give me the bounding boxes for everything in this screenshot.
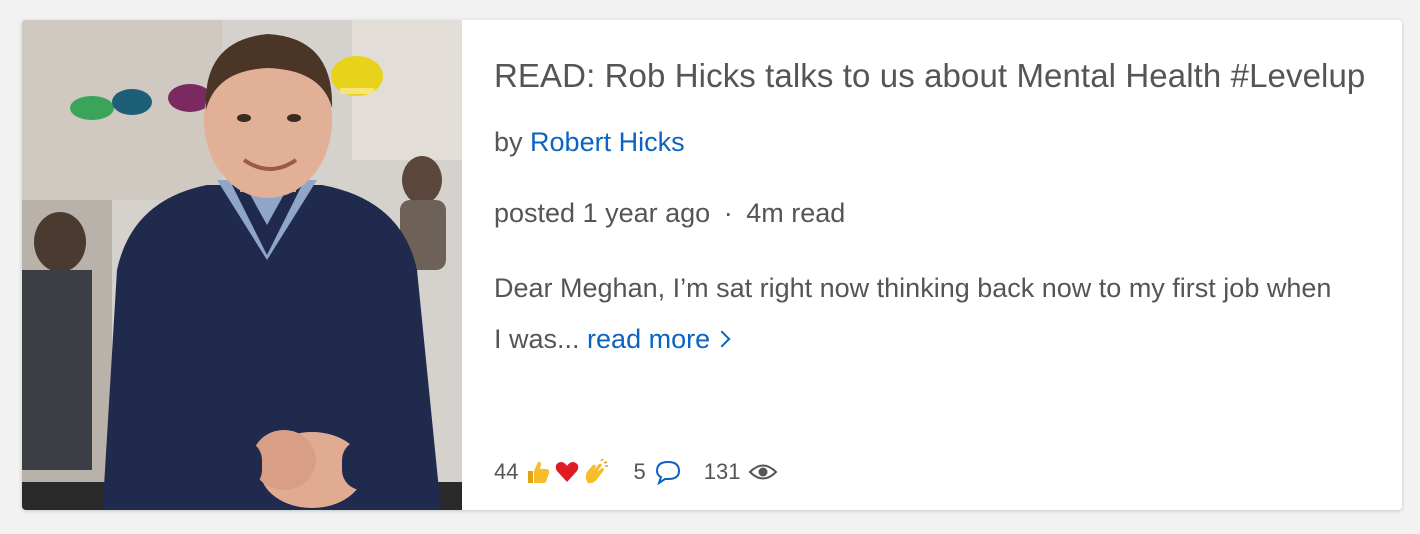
read-time: 4m read <box>746 198 846 229</box>
author-link[interactable]: Robert Hicks <box>530 127 685 157</box>
comment-bubble-icon <box>655 460 680 485</box>
eye-icon <box>749 464 778 480</box>
post-excerpt: Dear Meghan, I’m sat right now thinking … <box>494 263 1334 366</box>
comments-count: 5 <box>633 459 646 484</box>
read-more-link[interactable]: read more <box>587 324 731 355</box>
author-photo[interactable] <box>22 20 462 510</box>
heart-icon <box>556 462 579 482</box>
post-stats: 44 5 131 <box>494 458 778 486</box>
post-meta: posted 1 year ago · 4m read <box>494 198 1368 229</box>
post-card[interactable]: READ: Rob Hicks talks to us about Mental… <box>22 20 1402 510</box>
comments[interactable]: 5 <box>633 459 681 485</box>
reactions-count: 44 <box>494 459 519 484</box>
clapping-hands-icon <box>586 458 609 484</box>
views-count: 131 <box>703 459 741 484</box>
reactions[interactable]: 44 <box>494 458 611 486</box>
post-title[interactable]: READ: Rob Hicks talks to us about Mental… <box>494 50 1368 101</box>
posted-time: posted 1 year ago <box>494 198 711 229</box>
views: 131 <box>704 459 779 485</box>
chevron-right-icon <box>713 330 731 348</box>
by-label: by <box>494 127 523 158</box>
post-content: READ: Rob Hicks talks to us about Mental… <box>462 20 1402 510</box>
meta-separator: · <box>723 198 733 229</box>
read-more-label: read more <box>587 324 711 355</box>
byline: by Robert Hicks <box>494 127 1368 158</box>
thumbs-up-icon <box>528 461 550 483</box>
